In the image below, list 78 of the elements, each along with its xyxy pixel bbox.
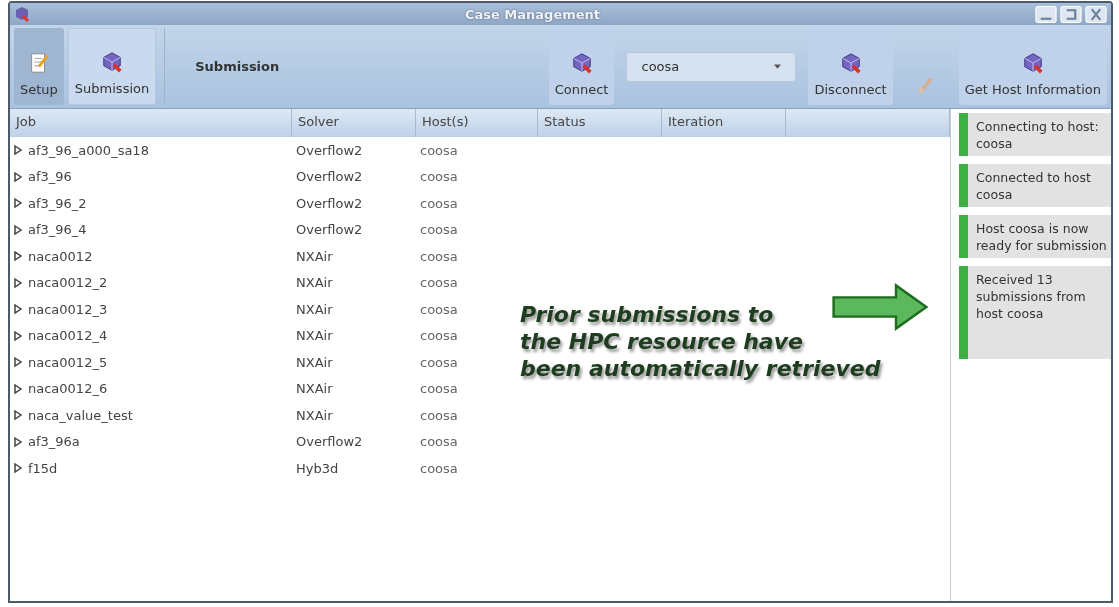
- column-header[interactable]: Solver: [292, 109, 416, 137]
- caret-icon: [774, 63, 782, 70]
- status-message: Host coosa is now ready for submission: [959, 215, 1111, 258]
- table-cell: coosa: [420, 434, 458, 450]
- table-cell: NXAir: [296, 328, 333, 344]
- table-cell: naca0012_6: [28, 381, 108, 397]
- column-header[interactable]: Host(s): [416, 109, 538, 137]
- annotation-text: Prior submissions to: [520, 301, 774, 328]
- expand-arrow-icon[interactable]: [14, 383, 22, 394]
- table-cell: af3_96a: [28, 434, 80, 450]
- table-cell: coosa: [420, 328, 458, 344]
- table-cell: coosa: [420, 142, 458, 158]
- cube-icon: [14, 6, 30, 22]
- column-header[interactable]: Status: [538, 109, 662, 137]
- table-cell: coosa: [420, 381, 458, 397]
- host-dropdown[interactable]: coosa: [626, 51, 797, 82]
- table-cell: coosa: [420, 222, 458, 238]
- table-cell: NXAir: [296, 275, 333, 291]
- annotation-text: the HPC resource have: [520, 328, 803, 355]
- expand-arrow-icon[interactable]: [14, 436, 22, 447]
- table-cell: coosa: [420, 275, 458, 291]
- table-cell: naca0012: [28, 248, 93, 264]
- table-cell: coosa: [420, 195, 458, 211]
- table-cell: af3_96_a000_sa18: [28, 142, 149, 158]
- maximize-button[interactable]: [1060, 5, 1082, 23]
- status-message: Connected to host coosa: [959, 164, 1111, 207]
- cube-icon: [839, 52, 862, 74]
- table-cell: coosa: [420, 301, 458, 317]
- minimize-button[interactable]: [1035, 5, 1057, 23]
- section-title: Submission: [164, 28, 545, 105]
- expand-arrow-icon[interactable]: [14, 171, 22, 182]
- table-cell: naca_value_test: [28, 407, 133, 423]
- expand-arrow-icon[interactable]: [14, 330, 22, 341]
- table-cell: Overflow2: [296, 142, 363, 158]
- table-cell: af3_96_2: [28, 195, 87, 211]
- table-cell: NXAir: [296, 301, 333, 317]
- table-cell: coosa: [420, 354, 458, 370]
- column-header[interactable]: Iteration: [662, 109, 786, 137]
- expand-arrow-icon[interactable]: [14, 145, 22, 156]
- table-cell: NXAir: [296, 354, 333, 370]
- close-button[interactable]: [1085, 5, 1107, 23]
- table-cell: naca0012_3: [28, 301, 108, 317]
- cube-icon: [101, 51, 124, 73]
- cube-icon: [1021, 52, 1044, 74]
- table-cell: Overflow2: [296, 434, 363, 450]
- table-cell: af3_96: [28, 169, 72, 185]
- column-header[interactable]: Job: [10, 109, 292, 137]
- table-cell: Hyb3d: [296, 460, 339, 476]
- expand-arrow-icon[interactable]: [14, 224, 22, 235]
- expand-arrow-icon[interactable]: [14, 251, 22, 262]
- expand-arrow-icon[interactable]: [14, 410, 22, 421]
- window-title: Case Management: [463, 6, 602, 22]
- status-message: Received 13 submissions from host coosa: [959, 266, 1111, 359]
- table-cell: naca0012_4: [28, 328, 108, 344]
- table-cell: naca0012_2: [28, 275, 108, 291]
- expand-arrow-icon[interactable]: [14, 277, 22, 288]
- table-cell: NXAir: [296, 381, 333, 397]
- table-cell: Overflow2: [296, 222, 363, 238]
- annotation-text: been automatically retrieved: [520, 355, 881, 382]
- table-cell: NXAir: [296, 407, 333, 423]
- expand-arrow-icon[interactable]: [14, 304, 22, 315]
- table-cell: f15d: [28, 460, 58, 476]
- status-message: Connecting to host: coosa: [959, 113, 1111, 156]
- expand-arrow-icon[interactable]: [14, 357, 22, 368]
- table-cell: Overflow2: [296, 169, 363, 185]
- expand-arrow-icon[interactable]: [14, 198, 22, 209]
- table-cell: af3_96_4: [28, 222, 87, 238]
- table-cell: naca0012_5: [28, 354, 108, 370]
- table-cell: NXAir: [296, 248, 333, 264]
- table-cell: coosa: [420, 407, 458, 423]
- table-cell: coosa: [420, 169, 458, 185]
- view-tab[interactable]: Setup: [14, 28, 64, 105]
- expand-arrow-icon[interactable]: [14, 463, 22, 474]
- cube-icon: [570, 52, 593, 74]
- table-cell: coosa: [420, 248, 458, 264]
- table-cell: coosa: [420, 460, 458, 476]
- table-cell: Overflow2: [296, 195, 363, 211]
- view-tab[interactable]: Submission: [67, 28, 157, 105]
